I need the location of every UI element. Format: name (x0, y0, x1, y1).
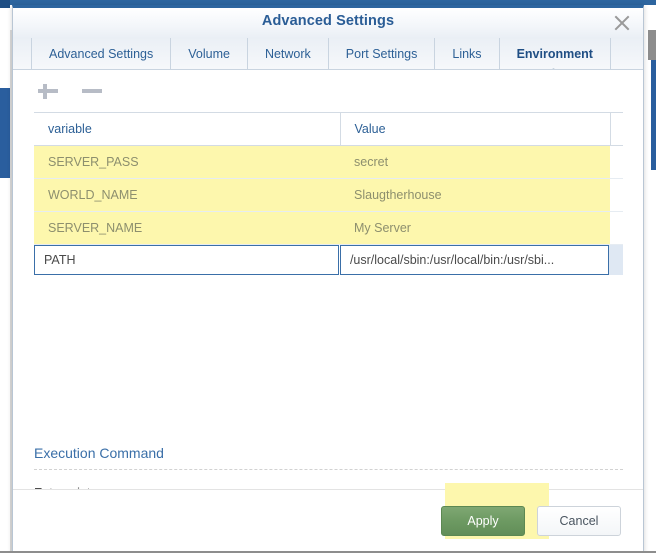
cell-value: My Server (340, 211, 610, 245)
cell-variable: WORLD_NAME (34, 178, 340, 212)
cell-variable: SERVER_NAME (34, 211, 340, 245)
tab-environment[interactable]: Environment (500, 38, 611, 69)
table-row[interactable]: SERVER_PASS secret (34, 145, 623, 179)
cell-value: secret (340, 145, 610, 179)
variable-value-input[interactable]: /usr/local/sbin:/usr/local/bin:/usr/sbi.… (339, 245, 610, 275)
close-icon[interactable] (611, 12, 633, 34)
background-right-accent (651, 60, 656, 170)
minus-icon[interactable] (79, 78, 105, 104)
background-scrollbar-thumb[interactable] (648, 30, 656, 60)
tab-volume[interactable]: Volume (171, 38, 248, 69)
table-row[interactable]: WORLD_NAME Slaugtherhouse (34, 178, 623, 212)
column-header-empty[interactable] (609, 113, 623, 146)
cancel-button[interactable]: Cancel (537, 506, 621, 536)
cell-extra (610, 178, 623, 212)
tab-label: Port Settings (345, 46, 418, 61)
grid-header-row: variable Value (34, 113, 623, 146)
tab-network[interactable]: Network (248, 38, 329, 69)
dialog-title: Advanced Settings (261, 13, 395, 29)
background-nav-accent (0, 88, 10, 178)
cancel-button-label: Cancel (559, 514, 599, 528)
advanced-settings-dialog: Advanced Settings Advanced Settings Volu… (12, 5, 644, 553)
table-row[interactable]: SERVER_NAME My Server (34, 211, 623, 245)
execution-command-title: Execution Command (34, 445, 164, 461)
background-nav-accent-top (0, 0, 10, 8)
tab-links[interactable]: Links (435, 38, 500, 69)
tab-port-settings[interactable]: Port Settings (329, 38, 436, 69)
tab-bar: Advanced Settings Volume Network Port Se… (13, 38, 643, 69)
editing-row-trailing-cell (609, 245, 623, 275)
grid-toolbar (13, 70, 643, 112)
dialog-footer: Apply Cancel (13, 483, 643, 552)
tab-label: Volume (188, 46, 230, 61)
tab-label: Network (264, 46, 311, 61)
cell-extra (610, 211, 623, 245)
section-divider (34, 469, 623, 470)
cell-value: Slaugtherhouse (340, 178, 610, 212)
column-header-value[interactable]: Value (339, 113, 610, 146)
apply-button-label: Apply (467, 514, 499, 528)
cell-extra (610, 145, 623, 179)
tab-label: Advanced Settings (49, 46, 154, 61)
background-left-strip (0, 0, 10, 553)
tab-label: Environment (516, 46, 593, 61)
variable-name-input[interactable]: PATH (34, 245, 339, 275)
environment-panel: variable Value SERVER_PASS secret WORLD_… (13, 69, 643, 489)
environment-variables-grid: variable Value SERVER_PASS secret WORLD_… (34, 112, 623, 245)
plus-icon[interactable] (35, 78, 61, 104)
apply-button[interactable]: Apply (441, 506, 525, 536)
dialog-title-bar: Advanced Settings (13, 8, 643, 38)
cell-variable: SERVER_PASS (34, 145, 340, 179)
tab-advanced-settings[interactable]: Advanced Settings (31, 38, 172, 69)
tab-label: Links (452, 46, 482, 61)
column-header-variable[interactable]: variable (34, 113, 340, 146)
grid-editing-row: PATH /usr/local/sbin:/usr/local/bin:/usr… (34, 245, 623, 275)
